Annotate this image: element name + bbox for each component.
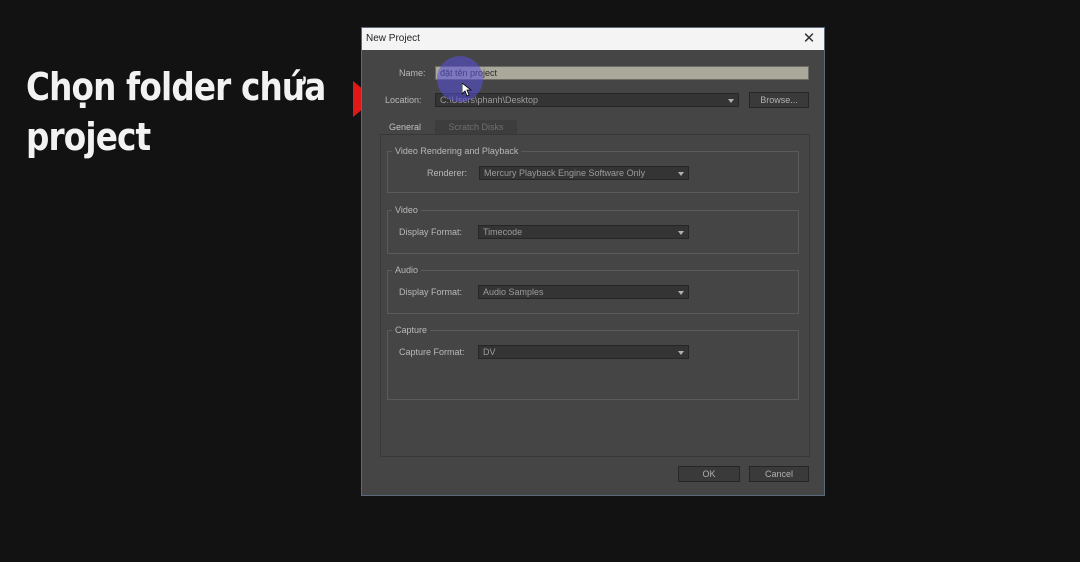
caption-line-1: Chọn folder chứa (26, 65, 326, 109)
capture-title: Capture (392, 324, 431, 336)
video-group: Video Display Format: Timecode (387, 204, 799, 254)
video-rendering-title: Video Rendering and Playback (392, 145, 522, 157)
audio-group: Audio Display Format: Audio Samples (387, 264, 799, 314)
audio-display-format-value: Audio Samples (483, 287, 544, 297)
caption-text: Chọn folder chứa project (26, 62, 326, 162)
video-display-format-value: Timecode (483, 227, 523, 237)
capture-format-select[interactable]: DV (478, 345, 689, 359)
renderer-select[interactable]: Mercury Playback Engine Software Only (479, 166, 689, 180)
capture-format-label: Capture Format: (399, 347, 465, 357)
chevron-down-icon (678, 231, 684, 235)
tab-general[interactable]: General (383, 120, 427, 134)
mouse-pointer-icon (462, 83, 472, 97)
video-display-format-label: Display Format: (399, 227, 463, 237)
renderer-value: Mercury Playback Engine Software Only (484, 168, 646, 178)
chevron-down-icon (728, 99, 734, 103)
chevron-down-icon (678, 351, 684, 355)
tab-scratch-disks[interactable]: Scratch Disks (435, 120, 517, 134)
capture-format-value: DV (483, 347, 496, 357)
chevron-down-icon (678, 291, 684, 295)
audio-display-format-label: Display Format: (399, 287, 463, 297)
caption-line-2: project (26, 115, 151, 159)
cancel-button[interactable]: Cancel (749, 466, 809, 482)
dialog-titlebar: New Project ✕ (362, 28, 824, 50)
location-select[interactable]: C:\Users\phanh\Desktop (435, 93, 739, 107)
audio-display-format-select[interactable]: Audio Samples (478, 285, 689, 299)
name-label: Name: (399, 68, 426, 78)
chevron-down-icon (678, 172, 684, 176)
video-title: Video (392, 204, 421, 216)
dialog-title: New Project (366, 33, 420, 44)
ok-button[interactable]: OK (678, 466, 740, 482)
new-project-dialog: New Project ✕ Name: đặt tên project Loca… (361, 27, 825, 496)
capture-group: Capture Capture Format: DV (387, 324, 799, 400)
general-panel: Video Rendering and Playback Renderer: M… (380, 134, 810, 457)
renderer-label: Renderer: (427, 168, 468, 178)
location-value: C:\Users\phanh\Desktop (440, 95, 539, 105)
project-name-input[interactable]: đặt tên project (435, 66, 809, 80)
location-label: Location: (385, 95, 422, 105)
audio-title: Audio (392, 264, 422, 276)
video-rendering-group: Video Rendering and Playback Renderer: M… (387, 145, 799, 193)
video-display-format-select[interactable]: Timecode (478, 225, 689, 239)
browse-button[interactable]: Browse... (749, 92, 809, 108)
close-icon[interactable]: ✕ (800, 29, 818, 49)
